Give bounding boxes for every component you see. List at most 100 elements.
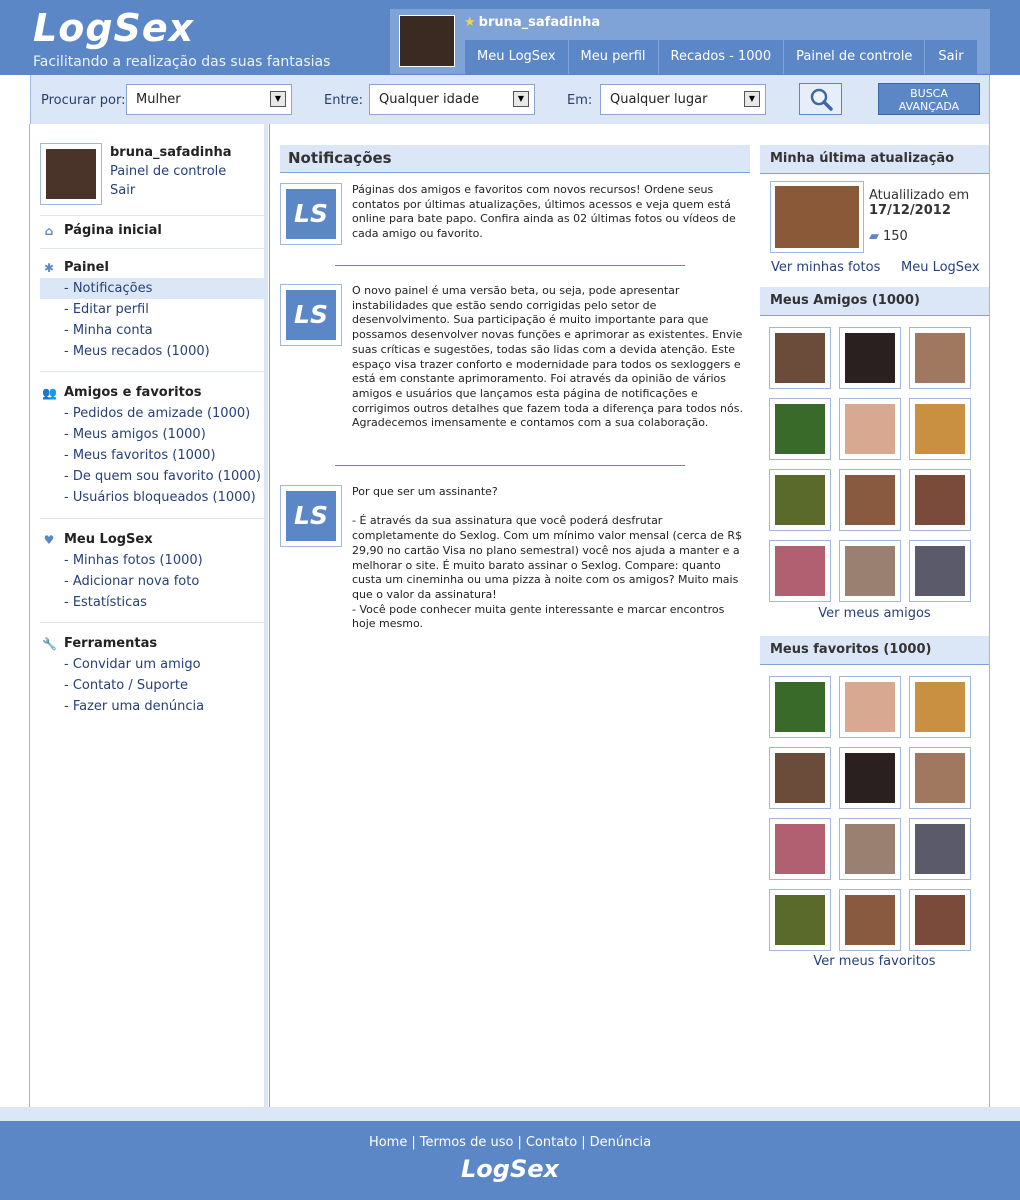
nav-sair[interactable]: Sair [925, 40, 977, 74]
ls-logo: LS [286, 290, 336, 340]
thumbnail-image [775, 333, 825, 383]
home-label: Página inicial [64, 223, 162, 238]
sidebar-item-meus-amigos[interactable]: - Meus amigos (1000) [40, 424, 265, 445]
friend-thumbnail[interactable] [839, 398, 901, 460]
sidebar-item-de-quem-sou-favorito[interactable]: - De quem sou favorito (1000) [40, 466, 265, 487]
sidebar-item-notificacoes[interactable]: - Notificações [40, 278, 265, 299]
favorite-thumbnail[interactable] [909, 889, 971, 951]
profile-painel-link[interactable]: Painel de controle [110, 164, 226, 179]
sidebar-item-editar-perfil[interactable]: - Editar perfil [40, 299, 265, 320]
favorite-thumbnail[interactable] [769, 818, 831, 880]
ver-minhas-fotos-link[interactable]: Ver minhas fotos [771, 260, 880, 275]
sidebar-item-denuncia[interactable]: - Fazer uma denúncia [40, 696, 265, 717]
sidebar-item-meus-favoritos[interactable]: - Meus favoritos (1000) [40, 445, 265, 466]
favorite-thumbnail[interactable] [839, 676, 901, 738]
ferramentas-heading: 🔧 Ferramentas [40, 634, 265, 654]
sidebar-item-contato[interactable]: - Contato / Suporte [40, 675, 265, 696]
amigos-title: Amigos e favoritos [64, 385, 202, 400]
meu-logsex-link[interactable]: Meu LogSex [901, 260, 980, 275]
footer-link-home[interactable]: Home [369, 1135, 407, 1150]
thumbnail-image [915, 753, 965, 803]
favorite-thumbnail[interactable] [769, 676, 831, 738]
nav-meu-perfil[interactable]: Meu perfil [568, 40, 658, 74]
site-logo[interactable]: LogSex [33, 6, 194, 50]
sidebar-item-bloqueados[interactable]: - Usuários bloqueados (1000) [40, 487, 265, 508]
thumbnail-image [775, 824, 825, 874]
advanced-search-button[interactable]: BUSCA AVANÇADA [878, 83, 980, 115]
ver-meus-amigos-link[interactable]: Ver meus amigos [760, 606, 989, 621]
footer-link-termos[interactable]: Termos de uso [420, 1135, 514, 1150]
user-name: bruna_safadinha [478, 15, 601, 30]
sidebar-item-convidar[interactable]: - Convidar um amigo [40, 654, 265, 675]
ls-badge: LS [280, 284, 342, 346]
last-update-photo[interactable] [770, 181, 864, 253]
friend-thumbnail[interactable] [909, 540, 971, 602]
ver-meus-favoritos-link[interactable]: Ver meus favoritos [760, 954, 989, 969]
favorite-thumbnail[interactable] [909, 676, 971, 738]
friend-thumbnail[interactable] [909, 327, 971, 389]
sidebar-item-minhas-fotos[interactable]: - Minhas fotos (1000) [40, 550, 265, 571]
footer-separator: | [581, 1135, 586, 1150]
sidebar-item-estatisticas[interactable]: - Estatísticas [40, 592, 265, 613]
thumbnail-image [775, 682, 825, 732]
sidebar-item-meus-recados[interactable]: - Meus recados (1000) [40, 341, 265, 362]
sidebar-section-ferramentas: 🔧 Ferramentas - Convidar um amigo - Conta… [40, 634, 265, 717]
nav-recados[interactable]: Recados - 1000 [658, 40, 784, 74]
search-button[interactable] [799, 83, 842, 115]
favorite-thumbnail[interactable] [769, 747, 831, 809]
friend-thumbnail[interactable] [839, 469, 901, 531]
thumbnail-image [915, 895, 965, 945]
footer-link-denuncia[interactable]: Denúncia [590, 1135, 651, 1150]
ls-logo: LS [286, 491, 336, 541]
notification-text: O novo painel é uma versão beta, ou seja… [352, 284, 743, 430]
updated-date: 17/12/2012 [869, 203, 951, 218]
notification-paragraph: - É através da sua assinatura que você p… [352, 514, 743, 601]
friend-thumbnail[interactable] [909, 469, 971, 531]
user-avatar[interactable] [399, 15, 455, 67]
procurar-select[interactable]: Mulher ▼ [126, 84, 292, 115]
notification-paragraph: - Você pode conhecer muita gente interes… [352, 602, 725, 631]
sidebar-item-minha-conta[interactable]: - Minha conta [40, 320, 265, 341]
painel-heading: ✱ Painel [40, 258, 265, 278]
friend-thumbnail[interactable] [909, 398, 971, 460]
profile-avatar[interactable] [40, 143, 102, 205]
nav-painel-de-controle[interactable]: Painel de controle [784, 40, 925, 74]
favorite-thumbnail[interactable] [769, 889, 831, 951]
footer-link-contato[interactable]: Contato [526, 1135, 577, 1150]
entre-select[interactable]: Qualquer idade ▼ [369, 84, 535, 115]
thumbnail-image [845, 682, 895, 732]
profile-name: bruna_safadinha [110, 145, 232, 160]
favorite-thumbnail[interactable] [839, 747, 901, 809]
friend-thumbnail[interactable] [839, 327, 901, 389]
footer-logo[interactable]: LogSex [0, 1155, 1020, 1183]
thumbnail-image [775, 546, 825, 596]
friend-thumbnail[interactable] [769, 327, 831, 389]
profile-sair-link[interactable]: Sair [110, 183, 135, 198]
main-content: Notificações LS Páginas dos amigos e fav… [280, 145, 750, 630]
em-label: Em: [567, 93, 593, 108]
favorite-thumbnail[interactable] [909, 818, 971, 880]
friend-thumbnail[interactable] [769, 469, 831, 531]
sidebar-item-home[interactable]: ⌂ Página inicial [40, 221, 265, 241]
heart-icon: ♥ [43, 533, 55, 547]
sidebar-item-adicionar-foto[interactable]: - Adicionar nova foto [40, 571, 265, 592]
gear-icon: ✱ [43, 261, 55, 275]
favorite-thumbnail[interactable] [909, 747, 971, 809]
thumbnail-image [915, 404, 965, 454]
divider [40, 518, 265, 519]
thumbnail-image [845, 404, 895, 454]
sidebar-item-pedidos[interactable]: - Pedidos de amizade (1000) [40, 403, 265, 424]
favorites-grid [769, 676, 979, 960]
divider [40, 215, 265, 216]
thumbnail-image [845, 475, 895, 525]
em-select[interactable]: Qualquer lugar ▼ [600, 84, 766, 115]
friend-thumbnail[interactable] [769, 540, 831, 602]
nav-meu-logsex[interactable]: Meu LogSex [465, 40, 568, 74]
favorite-thumbnail[interactable] [839, 818, 901, 880]
thumbnail-image [915, 682, 965, 732]
thumbnail-image [775, 753, 825, 803]
friend-thumbnail[interactable] [839, 540, 901, 602]
favorite-thumbnail[interactable] [839, 889, 901, 951]
chevron-down-icon: ▼ [744, 91, 760, 107]
friend-thumbnail[interactable] [769, 398, 831, 460]
